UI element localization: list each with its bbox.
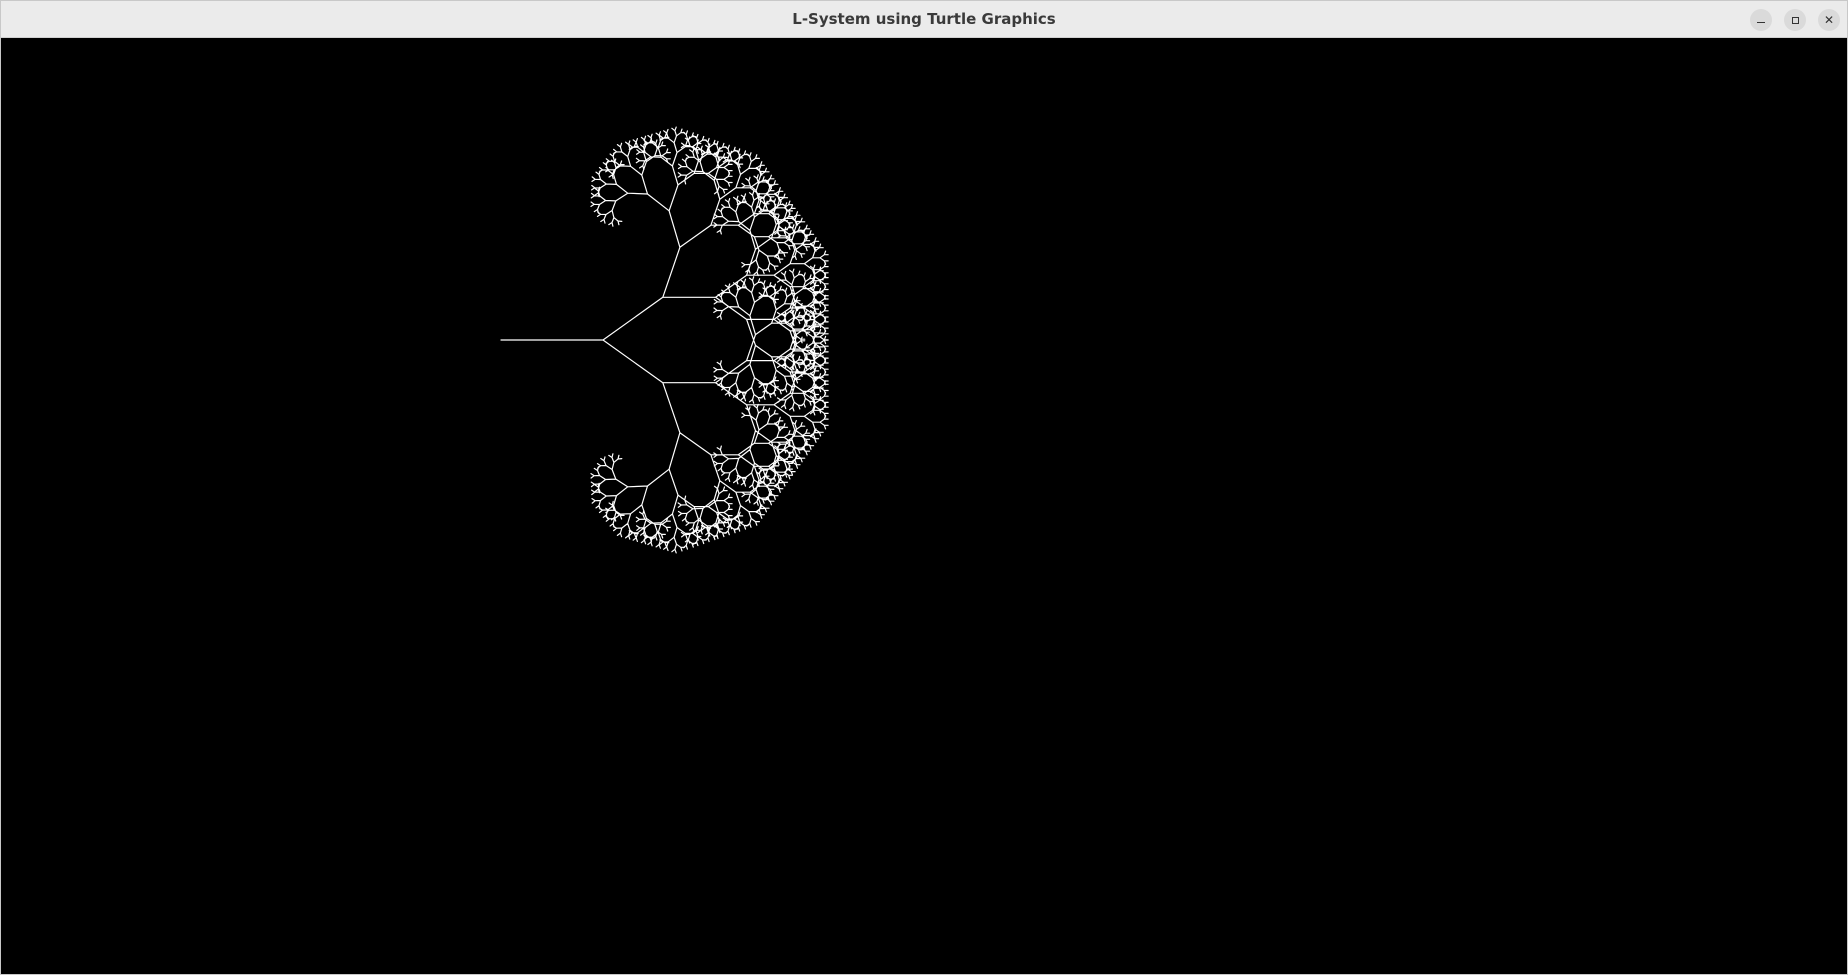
- turtle-canvas[interactable]: [1, 38, 1847, 974]
- close-button[interactable]: ✕: [1818, 9, 1840, 31]
- close-icon: ✕: [1823, 13, 1835, 27]
- maximize-button[interactable]: [1784, 9, 1806, 31]
- tree-branches: [500, 126, 829, 554]
- app-window: L-System using Turtle Graphics ✕: [0, 0, 1848, 975]
- maximize-icon: [1791, 16, 1799, 24]
- window-title: L-System using Turtle Graphics: [792, 10, 1056, 28]
- minimize-button[interactable]: [1750, 9, 1772, 31]
- minimize-icon: [1757, 21, 1765, 23]
- title-bar[interactable]: L-System using Turtle Graphics ✕: [1, 1, 1847, 38]
- fractal-tree-drawing: [500, 126, 829, 554]
